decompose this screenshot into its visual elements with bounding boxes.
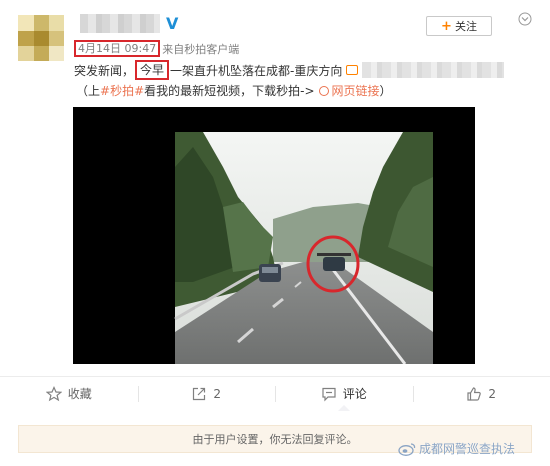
follow-button[interactable]: + 关注 [426, 16, 492, 36]
repost-button[interactable]: 2 [137, 377, 276, 410]
action-bar: 收藏 2 评论 2 [0, 376, 550, 411]
avatar[interactable] [18, 15, 64, 61]
favorite-button[interactable]: 收藏 [0, 377, 138, 410]
source-link[interactable]: 秒拍客户端 [184, 41, 239, 57]
post-meta: 4月14日 09:47 来自 秒拍客户端 [74, 40, 239, 57]
watermark: 成都网警巡查执法 [398, 440, 515, 457]
line2-open: （上 [76, 84, 101, 98]
like-count: 2 [488, 386, 497, 401]
weibo-logo-icon [398, 442, 416, 456]
share-icon [193, 387, 206, 400]
video-frame-image [174, 132, 433, 364]
follow-label: 关注 [454, 20, 477, 33]
verified-badge: V [166, 14, 179, 33]
post-timestamp[interactable]: 4月14日 09:47 [74, 40, 161, 57]
watermark-text: 成都网警巡查执法 [419, 442, 516, 456]
line2-middle: 看我的最新短视频，下载秒拍-> [144, 84, 315, 98]
link-icon [318, 85, 329, 96]
star-icon [45, 385, 62, 401]
video-icon [346, 65, 359, 75]
post-text-highlight: 今早 [135, 60, 170, 80]
post-text-before: 突发新闻， [74, 63, 135, 78]
plus-icon: + [441, 18, 452, 34]
comment-button[interactable]: 评论 [275, 377, 413, 411]
hashtag-link[interactable]: #秒拍# [100, 82, 144, 99]
notice-text: 由于用户设置，你无法回复评论。 [192, 433, 358, 446]
thumbs-up-icon [467, 386, 482, 401]
like-button[interactable]: 2 [412, 377, 550, 410]
post-text-line2: （上 #秒拍# 看我的最新短视频，下载秒拍-> 网页链接 ） [76, 82, 392, 99]
comment-label: 评论 [342, 387, 367, 401]
favorite-label: 收藏 [67, 387, 92, 401]
line2-close: ） [379, 84, 392, 98]
web-link[interactable]: 网页链接 [332, 82, 380, 99]
active-indicator [337, 405, 350, 411]
redacted-text [362, 62, 505, 78]
video-player[interactable] [73, 107, 475, 364]
source-prefix: 来自 [162, 42, 185, 56]
post-text-after: 一架直升机坠落在成都-重庆方向 [170, 63, 343, 78]
comment-icon [322, 387, 336, 401]
repost-count: 2 [213, 386, 222, 401]
username-redacted[interactable] [80, 14, 160, 33]
post-text: 突发新闻， 今早 一架直升机坠落在成都-重庆方向 [74, 59, 505, 81]
chevron-down-icon[interactable] [518, 12, 532, 26]
